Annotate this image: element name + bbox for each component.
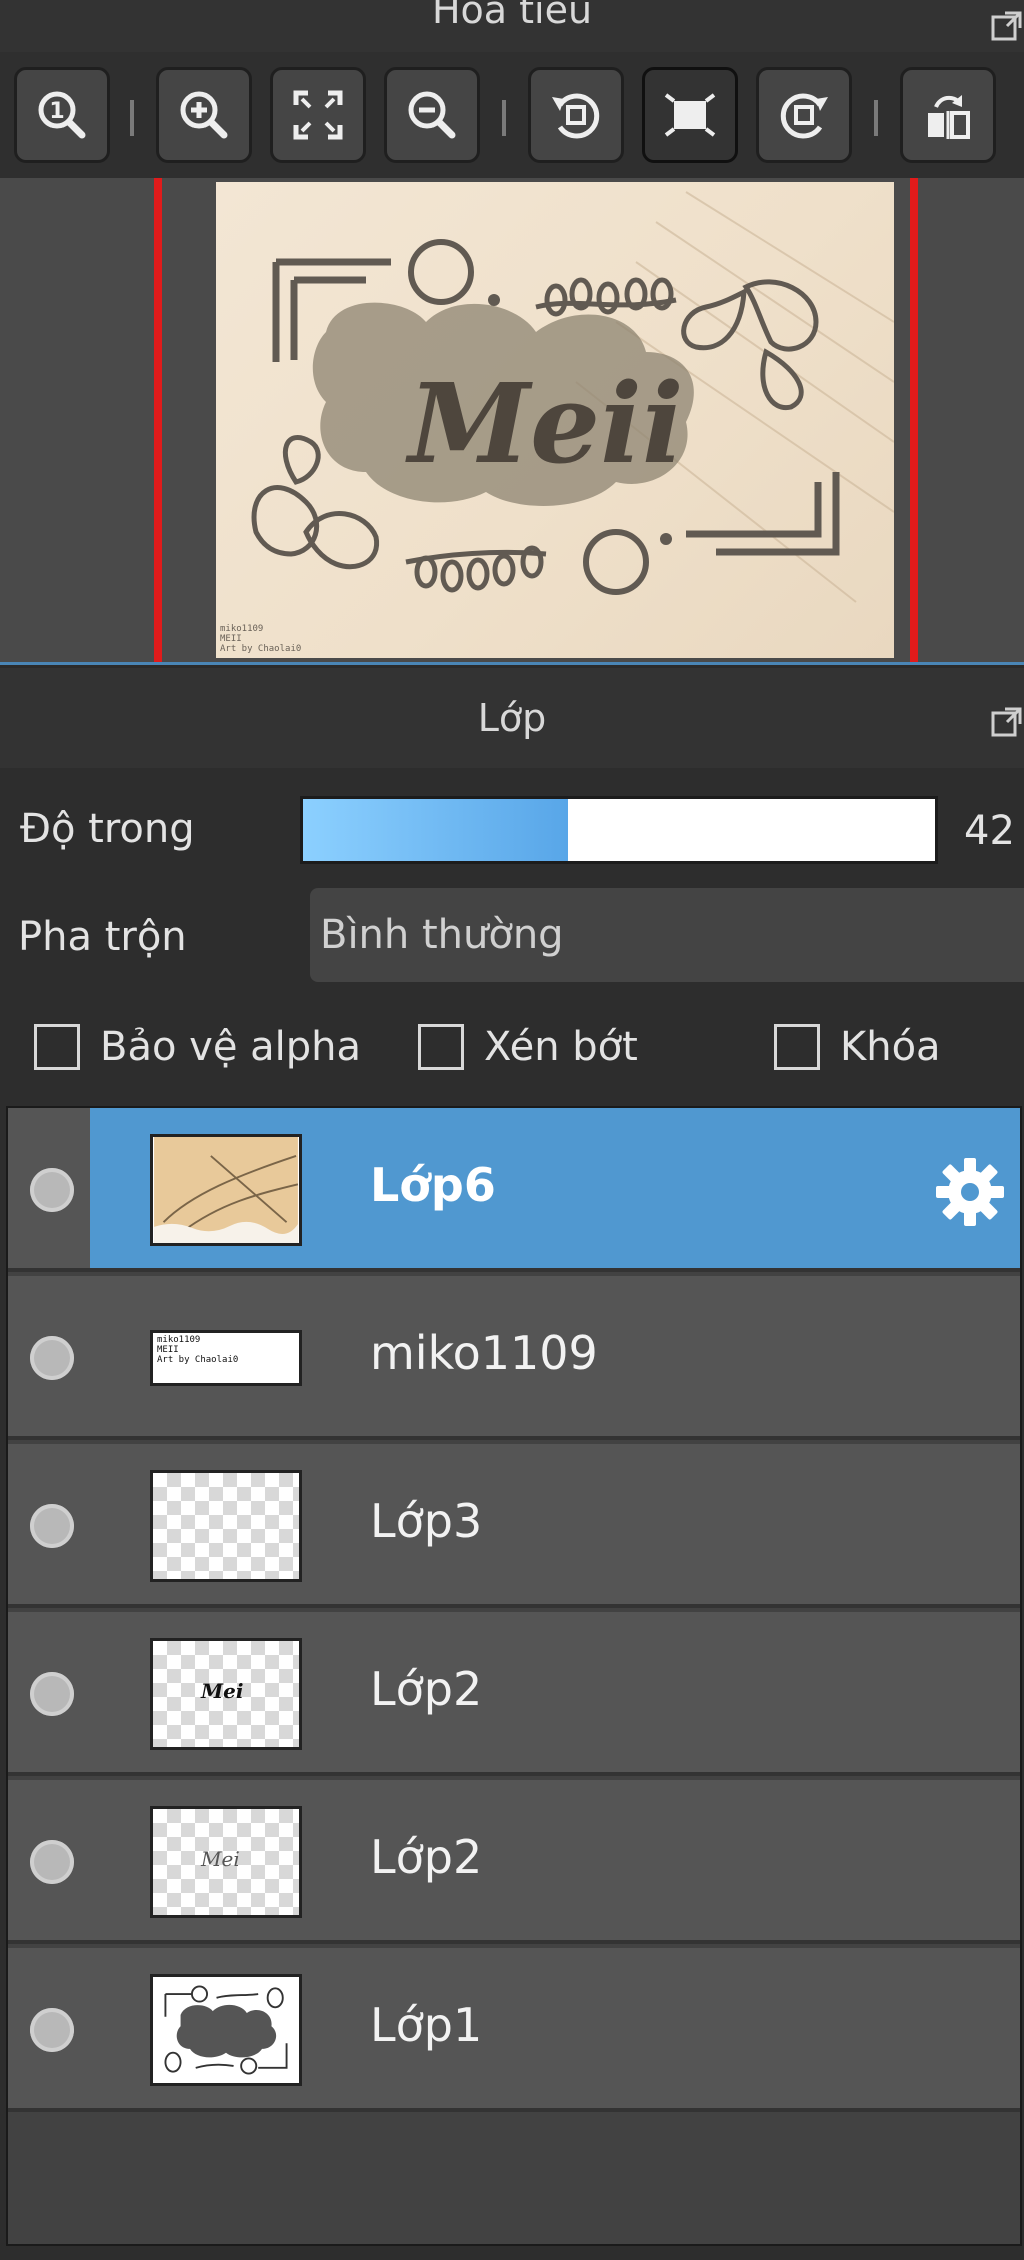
opacity-slider[interactable] [300,796,938,864]
layer-name: miko1109 [370,1326,598,1380]
gear-icon[interactable] [930,1152,1010,1232]
layer-name: Lớp2 [370,1830,483,1884]
thumbnail-text: Mei [201,1679,244,1703]
svg-text:1: 1 [49,99,64,124]
layer-name: Lớp1 [370,1998,483,2052]
layers-title: Lớp [477,696,547,740]
rotate-right-button[interactable] [756,67,852,163]
rotate-left-icon [552,93,600,139]
layer-row[interactable]: Lớp1 [8,1948,1020,2112]
zoom-in-button[interactable] [156,67,252,163]
layer-row[interactable]: miko1109 MEII Art by Chaolai0 miko1109 [8,1276,1020,1440]
blend-mode-select[interactable]: Bình thường [310,888,1024,982]
layer-row[interactable]: Lớp3 [8,1444,1020,1608]
protect-alpha-checkbox[interactable]: Bảo vệ alpha [34,1024,361,1070]
lock-checkbox[interactable]: Khóa [774,1024,941,1070]
opacity-label: Độ trong [20,806,195,852]
navigator-title: Hoa tiêu [431,0,593,32]
view-frame-left-edge [154,178,162,662]
clipping-checkbox[interactable]: Xén bớt [418,1024,638,1070]
checkbox-box[interactable] [34,1024,80,1070]
artwork-preview: Meii [251,191,894,603]
opacity-value: 42 [964,808,1015,854]
layer-name: Lớp2 [370,1662,483,1716]
fit-screen-icon [293,90,343,140]
rotate-left-button[interactable] [528,67,624,163]
visibility-toggle-icon[interactable] [30,1336,74,1380]
rotate-right-icon [780,93,828,139]
layer-row[interactable]: Mei Lớp2 [8,1612,1020,1776]
popout-icon[interactable] [990,704,1024,738]
protect-alpha-label: Bảo vệ alpha [100,1024,362,1070]
layer-row[interactable]: Mei Lớp2 [8,1780,1020,1944]
visibility-toggle-icon[interactable] [30,1672,74,1716]
layer-thumbnail: miko1109 MEII Art by Chaolai0 [150,1330,302,1386]
layer-row[interactable]: Lớp6 [8,1108,1020,1272]
layer-name: Lớp6 [370,1158,496,1212]
zoom-one-icon: 1 [38,91,86,139]
blend-mode-label: Pha trộn [18,914,187,960]
frame-icon [664,93,716,137]
layer-thumbnail [150,1470,302,1582]
flip-horizontal-icon [928,95,970,139]
thumbnail-text: Mei [201,1847,240,1871]
layer-thumbnail [150,1134,302,1246]
blend-mode-value: Bình thường [320,912,564,958]
canvas-thumbnail: Meii miko1109 MEII Art by Chaolai0 [216,182,894,658]
watermark-text: miko1109 MEII Art by Chaolai0 [220,624,302,654]
navigator-panel-header: Hoa tiêu [0,0,1024,52]
visibility-toggle-icon[interactable] [30,1504,74,1548]
flip-horizontal-button[interactable] [900,67,996,163]
lock-label: Khóa [840,1024,941,1070]
visibility-toggle-icon[interactable] [30,2008,74,2052]
layers-panel-header: Lớp [0,668,1024,768]
layer-thumbnail: Mei [150,1806,302,1918]
checkbox-box[interactable] [418,1024,464,1070]
layer-thumbnail: Mei [150,1638,302,1750]
view-frame-right-edge [910,178,918,662]
popout-icon[interactable] [990,8,1024,42]
zoom-actual-size-button[interactable]: 1 [14,67,110,163]
visibility-toggle-icon[interactable] [30,1168,74,1212]
navigator-toolbar: 1 [0,52,1024,178]
navigator-preview[interactable]: Meii miko1109 MEII Art by Chaolai0 [0,178,1024,662]
clipping-label: Xén bớt [484,1024,638,1070]
fit-to-window-button[interactable] [270,67,366,163]
layer-list[interactable]: Lớp6 miko1109 MEII Art by Chaolai0 miko1… [6,1106,1022,2246]
checkbox-box[interactable] [774,1024,820,1070]
visibility-toggle-icon[interactable] [30,1840,74,1884]
reset-view-button[interactable] [642,67,738,163]
layer-name: Lớp3 [370,1494,483,1548]
thumbnail-text: miko1109 MEII Art by Chaolai0 [157,1335,239,1365]
opacity-slider-fill [303,799,569,861]
zoom-out-button[interactable] [384,67,480,163]
zoom-in-icon [180,91,228,139]
layer-thumbnail [150,1974,302,2086]
svg-text:Meii: Meii [404,359,683,488]
zoom-out-icon [408,91,456,139]
